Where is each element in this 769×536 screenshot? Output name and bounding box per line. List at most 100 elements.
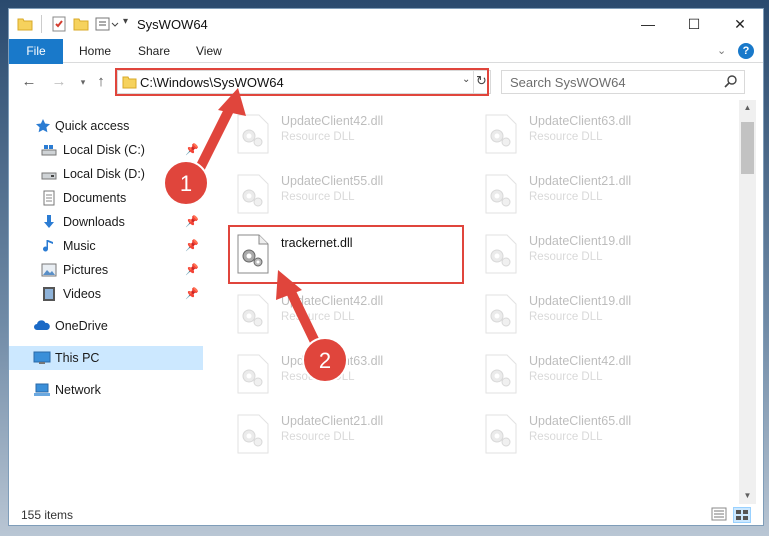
nav-label: Videos xyxy=(63,287,101,301)
nav-label: This PC xyxy=(55,351,100,365)
drive-icon xyxy=(41,142,57,158)
scroll-up-icon[interactable]: ▲ xyxy=(739,100,756,116)
tab-view[interactable]: View xyxy=(196,39,222,63)
vertical-scrollbar[interactable]: ▲ ▼ xyxy=(739,100,756,504)
dll-file-icon xyxy=(236,354,270,394)
file-type: Resource DLL xyxy=(529,131,603,143)
search-box[interactable]: Search SysWOW64 xyxy=(501,70,745,94)
large-icons-view-icon[interactable] xyxy=(733,507,751,523)
file-name: UpdateClient65.dll xyxy=(529,414,632,428)
file-type: Resource DLL xyxy=(281,131,355,143)
search-placeholder: Search SysWOW64 xyxy=(510,75,626,90)
pin-icon[interactable]: 📌 xyxy=(185,167,199,180)
details-view-icon[interactable] xyxy=(711,507,729,523)
help-icon[interactable]: ? xyxy=(738,43,754,59)
ribbon-tabs: File Home Share View ⌄ ? xyxy=(9,39,763,95)
pin-icon[interactable]: 📌 xyxy=(185,191,199,204)
file-item[interactable]: UpdateClient42.dll Resource DLL xyxy=(218,286,458,342)
new-folder-icon[interactable] xyxy=(73,16,89,32)
recent-locations-icon[interactable]: ▾ xyxy=(73,72,93,92)
nav-label: Network xyxy=(55,383,101,397)
search-icon[interactable] xyxy=(724,74,738,91)
close-button[interactable]: ✕ xyxy=(717,9,763,39)
minimize-button[interactable]: — xyxy=(625,9,671,39)
file-item[interactable]: UpdateClient42.dll Resource DLL xyxy=(218,106,458,162)
nav-item-downloads[interactable]: Downloads 📌 xyxy=(9,210,203,234)
file-item[interactable]: UpdateClient21.dll Resource DLL xyxy=(218,406,458,462)
pin-icon[interactable]: 📌 xyxy=(185,239,199,252)
pin-icon[interactable]: 📌 xyxy=(185,215,199,228)
file-name: UpdateClient21.dll xyxy=(281,414,384,428)
nav-label: Local Disk (C:) xyxy=(63,143,145,157)
nav-item-music[interactable]: Music 📌 xyxy=(9,234,203,258)
file-type: Resource DLL xyxy=(281,191,355,203)
dll-file-icon xyxy=(484,414,518,454)
nav-item-documents[interactable]: Documents 📌 xyxy=(9,186,203,210)
computer-icon xyxy=(33,350,51,366)
status-bar: 155 items xyxy=(9,504,763,525)
documents-icon xyxy=(41,190,57,206)
quick-access-dropdown-icon[interactable]: ▾ xyxy=(123,16,128,32)
file-highlight-box xyxy=(228,225,464,284)
network-icon xyxy=(33,382,50,398)
dll-file-icon xyxy=(236,114,270,154)
file-type: Resource DLL xyxy=(529,311,603,323)
nav-item-quick-access[interactable]: Quick access xyxy=(9,114,203,138)
expand-ribbon-icon[interactable]: ⌄ xyxy=(717,39,726,63)
nav-item-this-pc[interactable]: This PC xyxy=(9,346,203,370)
scroll-down-icon[interactable]: ▼ xyxy=(739,488,756,504)
forward-arrow-icon[interactable]: → xyxy=(49,72,69,92)
file-item[interactable]: UpdateClient21.dll Resource DLL xyxy=(466,166,706,222)
nav-label: Downloads xyxy=(63,215,125,229)
file-item[interactable]: UpdateClient55.dll Resource DLL xyxy=(218,166,458,222)
file-type: Resource DLL xyxy=(281,371,355,383)
separator xyxy=(41,15,42,33)
tab-share[interactable]: Share xyxy=(138,39,170,63)
dll-file-icon xyxy=(484,354,518,394)
file-name: UpdateClient63.dll xyxy=(529,114,632,128)
file-type: Resource DLL xyxy=(529,251,603,263)
pictures-icon xyxy=(41,262,57,278)
pin-icon[interactable]: 📌 xyxy=(185,143,199,156)
maximize-button[interactable]: ☐ xyxy=(671,9,717,39)
file-type: Resource DLL xyxy=(529,371,603,383)
file-type: Resource DLL xyxy=(281,311,355,323)
file-item[interactable]: UpdateClient65.dll Resource DLL xyxy=(466,406,706,462)
scroll-thumb[interactable] xyxy=(741,122,754,174)
nav-item-pictures[interactable]: Pictures 📌 xyxy=(9,258,203,282)
file-item[interactable]: UpdateClient19.dll Resource DLL xyxy=(466,226,706,282)
star-icon xyxy=(35,118,51,134)
file-item[interactable]: UpdateClient19.dll Resource DLL xyxy=(466,286,706,342)
nav-label: Local Disk (D:) xyxy=(63,167,145,181)
nav-item-local-disk-d[interactable]: Local Disk (D:) 📌 xyxy=(9,162,203,186)
dll-file-icon xyxy=(236,414,270,454)
download-icon xyxy=(41,214,57,230)
nav-item-videos[interactable]: Videos 📌 xyxy=(9,282,203,306)
nav-item-onedrive[interactable]: OneDrive xyxy=(9,314,203,338)
file-type: Resource DLL xyxy=(529,191,603,203)
file-type: Resource DLL xyxy=(529,431,603,443)
back-arrow-icon[interactable]: ← xyxy=(19,72,39,92)
nav-label: Documents xyxy=(63,191,127,205)
drive-icon xyxy=(41,166,57,182)
file-item[interactable]: UpdateClient63.dll Resource DLL xyxy=(466,106,706,162)
tab-home[interactable]: Home xyxy=(79,39,111,63)
file-item[interactable]: UpdateClient42.dll Resource DLL xyxy=(466,346,706,402)
file-item[interactable]: UpdateClient63.dll Resource DLL xyxy=(218,346,458,402)
file-name: UpdateClient55.dll xyxy=(281,174,384,188)
up-arrow-icon[interactable]: ↑ xyxy=(91,72,111,92)
customize-toolbar-icon[interactable] xyxy=(95,16,121,32)
nav-item-local-disk-c[interactable]: Local Disk (C:) 📌 xyxy=(9,138,203,162)
dll-file-icon xyxy=(236,294,270,334)
title-bar: ▾ SysWOW64 — ☐ ✕ xyxy=(9,9,763,39)
file-list: UpdateClient42.dll Resource DLL UpdateCl… xyxy=(214,100,740,504)
music-icon xyxy=(41,238,57,254)
file-name: UpdateClient19.dll xyxy=(529,234,632,248)
pin-icon[interactable]: 📌 xyxy=(185,287,199,300)
nav-label: Pictures xyxy=(63,263,109,277)
properties-icon[interactable] xyxy=(51,16,67,32)
file-type: Resource DLL xyxy=(281,431,355,443)
nav-item-network[interactable]: Network xyxy=(9,378,203,402)
nav-label: Music xyxy=(63,239,96,253)
pin-icon[interactable]: 📌 xyxy=(185,263,199,276)
